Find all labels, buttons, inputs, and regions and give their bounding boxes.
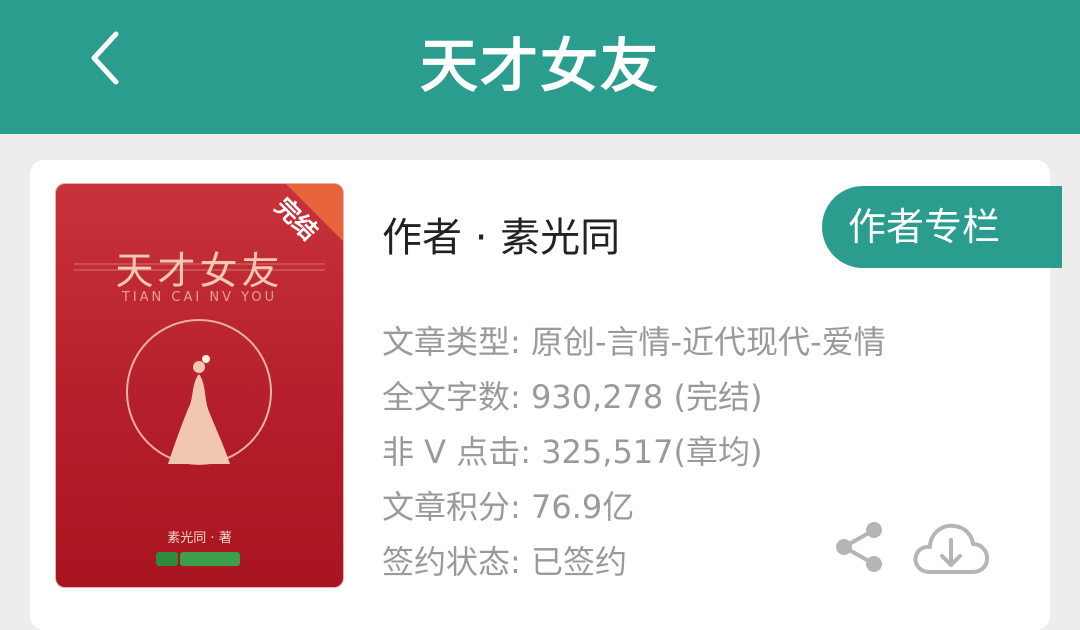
download-button[interactable]	[910, 516, 992, 578]
cover-subtitle: TIAN CAI NV YOU	[121, 290, 278, 305]
info-sign-status: 签约状态: 已签约	[382, 543, 627, 581]
info-type: 文章类型: 原创-言情-近代现代-爱情	[382, 323, 886, 361]
top-app-bar: 天才女友	[0, 0, 1080, 134]
author-column-button[interactable]: 作者专栏	[822, 186, 1062, 268]
share-button[interactable]	[830, 518, 888, 576]
info-clicks: 非 V 点击: 325,517(章均)	[382, 433, 763, 471]
cover-author: 素光同 · 著	[167, 531, 232, 546]
author-name[interactable]: 作者 · 素光同	[382, 205, 620, 263]
share-icon	[836, 522, 882, 572]
info-score: 文章积分: 76.9亿	[382, 488, 635, 526]
info-word-count: 全文字数: 930,278 (完结)	[382, 378, 763, 416]
cloud-download-icon	[913, 523, 990, 574]
cover-title: 天才女友	[115, 249, 284, 293]
page-title: 天才女友	[419, 32, 660, 100]
